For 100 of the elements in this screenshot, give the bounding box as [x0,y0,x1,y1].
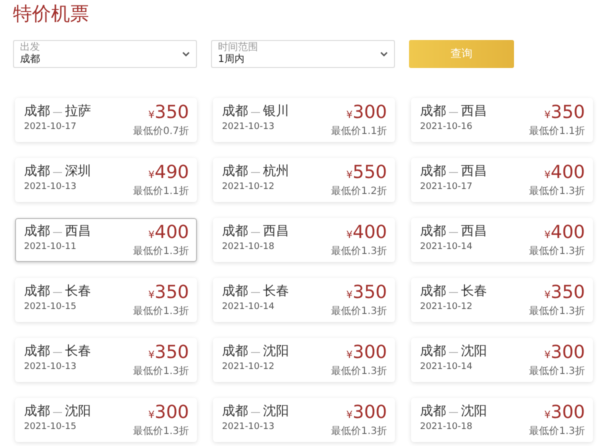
flight-date: 2021-10-12 [420,301,474,313]
caret-icon [182,51,190,57]
flight-date: 2021-10-13 [222,121,276,133]
destination-city: 银川 [263,103,289,121]
price: ¥400 [544,223,585,245]
flight-date: 2021-10-14 [420,241,474,253]
price: ¥300 [544,403,585,425]
flight-date: 2021-10-15 [24,421,78,433]
flight-date: 2021-10-14 [420,361,474,373]
origin-city: 成都 [222,103,248,121]
flight-card[interactable]: 成都 西昌 2021-10-16 ¥350 最低价1.1折 [411,98,593,142]
discount-text: 最低价1.3折 [529,306,585,318]
origin-city: 成都 [420,403,446,421]
flight-card[interactable]: 成都 长春 2021-10-14 ¥350 最低价1.3折 [213,278,395,322]
price: ¥350 [346,283,387,305]
discount-text: 最低价1.3折 [331,426,387,438]
flight-card[interactable]: 成都 西昌 2021-10-18 ¥400 最低价1.3折 [213,218,395,262]
discount-text: 最低价1.1折 [331,126,387,138]
flight-date: 2021-10-14 [222,301,276,313]
origin-city: 成都 [420,163,446,181]
discount-text: 最低价1.3折 [133,426,189,438]
discount-text: 最低价1.3折 [331,306,387,318]
flight-card[interactable]: 成都 沈阳 2021-10-14 ¥300 最低价1.3折 [411,338,593,382]
flight-date: 2021-10-12 [222,181,276,193]
destination-city: 长春 [263,283,289,301]
destination-city: 沈阳 [263,343,289,361]
flight-card[interactable]: 成都 沈阳 2021-10-12 ¥300 最低价1.3折 [213,338,395,382]
origin-city: 成都 [420,103,446,121]
discount-text: 最低价1.3折 [529,366,585,378]
caret-icon [380,51,388,57]
destination-city: 深圳 [65,163,91,181]
destination-city: 沈阳 [65,403,91,421]
price: ¥350 [148,283,189,305]
flight-card[interactable]: 成都 西昌 2021-10-11 ¥400 最低价1.3折 [15,218,197,262]
origin-city: 成都 [24,343,50,361]
flight-card[interactable]: 成都 深圳 2021-10-13 ¥490 最低价1.1折 [15,158,197,202]
flight-card[interactable]: 成都 长春 2021-10-12 ¥350 最低价1.3折 [411,278,593,322]
price: ¥400 [148,223,189,245]
origin-city: 成都 [24,163,50,181]
flight-date: 2021-10-13 [222,421,276,433]
origin-city: 成都 [420,283,446,301]
discount-text: 最低价1.1折 [133,186,189,198]
discount-text: 最低价1.3折 [133,246,189,258]
origin-city: 成都 [222,163,248,181]
flight-card[interactable]: 成都 银川 2021-10-13 ¥300 最低价1.1折 [213,98,395,142]
flight-date: 2021-10-17 [420,181,474,193]
price: ¥350 [544,283,585,305]
destination-city: 沈阳 [263,403,289,421]
destination-city: 西昌 [461,163,487,181]
price: ¥490 [148,163,189,185]
flight-card[interactable]: 成都 沈阳 2021-10-13 ¥300 最低价1.3折 [213,398,395,442]
discount-text: 最低价1.3折 [331,366,387,378]
discount-text: 最低价1.1折 [529,126,585,138]
destination-city: 沈阳 [461,403,487,421]
flight-card[interactable]: 成都 西昌 2021-10-14 ¥400 最低价1.3折 [411,218,593,262]
discount-text: 最低价1.3折 [529,186,585,198]
price: ¥400 [346,223,387,245]
price: ¥300 [346,103,387,125]
origin-city: 成都 [420,343,446,361]
flight-date: 2021-10-11 [24,241,78,253]
discount-text: 最低价1.3折 [331,246,387,258]
page-title: 特价机票 [13,2,90,26]
origin-city: 成都 [222,283,248,301]
discount-text: 最低价1.3折 [133,366,189,378]
price: ¥350 [148,103,189,125]
discount-text: 最低价1.3折 [529,246,585,258]
destination-city: 长春 [65,343,91,361]
flight-card[interactable]: 成都 杭州 2021-10-12 ¥550 最低价1.2折 [213,158,395,202]
price: ¥400 [544,163,585,185]
price: ¥300 [148,403,189,425]
flight-card[interactable]: 成都 长春 2021-10-15 ¥350 最低价1.3折 [15,278,197,322]
flight-date: 2021-10-18 [222,241,276,253]
destination-city: 西昌 [461,103,487,121]
destination-city: 拉萨 [65,103,91,121]
flight-card[interactable]: 成都 西昌 2021-10-17 ¥400 最低价1.3折 [411,158,593,202]
origin-city: 成都 [24,283,50,301]
price: ¥300 [346,343,387,365]
flight-date: 2021-10-12 [222,361,276,373]
discount-text: 最低价1.2折 [331,186,387,198]
origin-city: 成都 [222,343,248,361]
dropdown-field[interactable]: 时间范围 1周内 [211,40,395,68]
destination-city: 西昌 [263,223,289,241]
origin-city: 成都 [24,223,50,241]
origin-city: 成都 [24,403,50,421]
discount-text: 最低价1.3折 [529,426,585,438]
flight-card[interactable]: 成都 长春 2021-10-13 ¥350 最低价1.3折 [15,338,197,382]
origin-city: 成都 [24,103,50,121]
dropdown-field[interactable]: 出发 成都 [13,40,197,68]
price: ¥300 [544,343,585,365]
origin-city: 成都 [420,223,446,241]
flight-date: 2021-10-13 [24,181,78,193]
destination-city: 杭州 [263,163,289,181]
origin-city: 成都 [222,403,248,421]
flight-card[interactable]: 成都 沈阳 2021-10-15 ¥300 最低价1.3折 [15,398,197,442]
price: ¥350 [544,103,585,125]
destination-city: 西昌 [461,223,487,241]
flight-date: 2021-10-18 [420,421,474,433]
flight-card[interactable]: 成都 拉萨 2021-10-17 ¥350 最低价0.7折 [15,98,197,142]
flight-card[interactable]: 成都 沈阳 2021-10-18 ¥300 最低价1.3折 [411,398,593,442]
destination-city: 长春 [461,283,487,301]
